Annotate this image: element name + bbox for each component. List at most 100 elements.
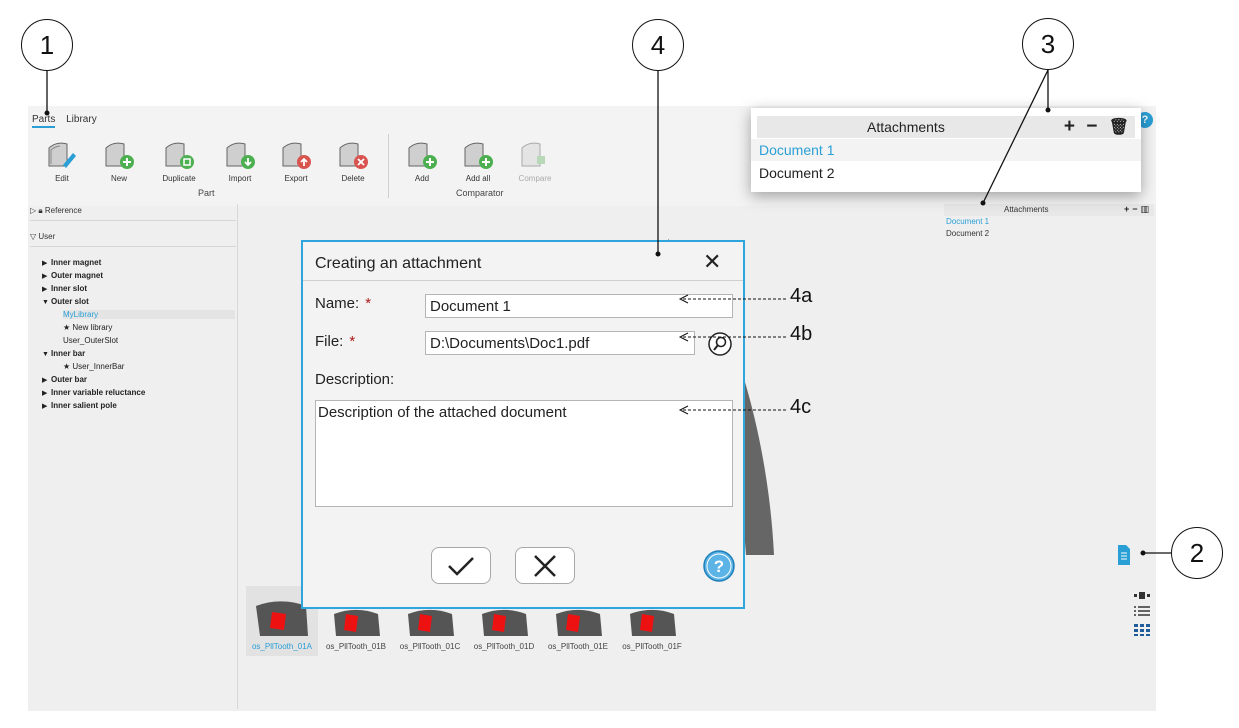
attachments-title: Attachments	[867, 119, 945, 135]
attachments-panel-title: Attachments	[1004, 205, 1049, 214]
stage: Parts Library Edit New Duplicate Import	[0, 0, 1239, 728]
star-icon: ★	[63, 362, 73, 371]
attachments-panel-header: Attachments +−▥	[944, 204, 1154, 216]
expanded-arrow-icon: ▼	[42, 299, 49, 306]
trash-icon[interactable]: 🗑︎	[1109, 119, 1129, 136]
tree-node-outer-bar[interactable]: ▶ Outer bar	[42, 375, 87, 384]
browse-search-icon[interactable]	[707, 331, 733, 357]
tree-node-user-outerslot[interactable]: User_OuterSlot	[63, 336, 118, 345]
duplicate-icon	[165, 142, 194, 169]
tree-node-inner-bar[interactable]: ▼ Inner bar	[42, 349, 85, 358]
tree-node-inner-slot[interactable]: ▶ Inner slot	[42, 284, 87, 293]
edit-button[interactable]: Edit	[37, 138, 87, 183]
edit-icon	[48, 142, 76, 168]
compare-button[interactable]: Compare	[510, 138, 560, 183]
tree-divider	[30, 246, 236, 247]
import-label: Import	[228, 174, 252, 183]
add-attachment-button[interactable]: +	[1064, 116, 1075, 137]
export-icon	[282, 142, 311, 169]
attachment-item[interactable]: Document 2	[759, 165, 834, 181]
add-button[interactable]: Add	[397, 138, 447, 183]
callout-4: 4	[632, 19, 684, 71]
attachment-item[interactable]: Document 1	[759, 142, 834, 158]
attachments-panel: Attachments +−▥ Document 1 Document 2	[944, 204, 1154, 240]
tree-reference[interactable]: ▷ 🔒︎ Reference	[30, 206, 82, 216]
delete-button[interactable]: Delete	[328, 138, 378, 183]
help-icon[interactable]: ?	[703, 550, 735, 582]
edit-label: Edit	[55, 174, 69, 183]
add-all-button[interactable]: Add all	[453, 138, 503, 183]
toolbar-divider	[388, 134, 389, 198]
file-label: File: *	[315, 333, 356, 350]
tree-node-inner-variable-reluctance[interactable]: ▶ Inner variable reluctance	[42, 388, 145, 397]
collapsed-arrow-icon: ▶	[42, 377, 48, 384]
trash-icon[interactable]: ▥	[1140, 204, 1152, 214]
add-all-label: Add all	[465, 174, 491, 183]
thumbnail-label: os_PllTooth_01A	[251, 642, 313, 651]
list-view-icon[interactable]	[1134, 606, 1150, 618]
collapsed-arrow-icon: ▶	[42, 273, 48, 280]
new-button[interactable]: New	[94, 138, 144, 183]
attachments-header-buttons: + − 🗑︎	[1058, 116, 1129, 138]
tree-node-outer-magnet[interactable]: ▶ Outer magnet	[42, 271, 103, 280]
new-label: New	[110, 174, 127, 183]
compare-label: Compare	[518, 174, 552, 183]
export-button[interactable]: Export	[271, 138, 321, 183]
attachments-panel-zoom: Attachments + − 🗑︎ Document 1 Document 2	[751, 108, 1141, 192]
attachments-header: Attachments + − 🗑︎	[757, 116, 1135, 138]
callout-1: 1	[21, 19, 73, 71]
attachment-document-icon[interactable]	[1117, 544, 1131, 566]
collapsed-arrow-icon: ▶	[42, 403, 48, 410]
add-all-icon	[464, 142, 493, 169]
attachment-item[interactable]: Document 1	[944, 216, 1154, 228]
delete-icon	[339, 142, 368, 169]
required-marker: *	[349, 333, 356, 350]
required-marker: *	[365, 295, 372, 312]
tree-node-new-library[interactable]: ★ New library	[63, 323, 112, 332]
close-icon[interactable]: ✕	[703, 249, 721, 275]
compact-view-icon[interactable]	[1134, 592, 1150, 600]
comparator-group-label: Comparator	[456, 188, 504, 198]
cross-icon	[534, 555, 556, 577]
compare-icon	[521, 142, 545, 167]
duplicate-button[interactable]: Duplicate	[154, 138, 204, 183]
file-field[interactable]: D:\Documents\Doc1.pdf	[425, 331, 695, 355]
create-attachment-dialog: Creating an attachment ✕ Name: * Document…	[301, 240, 745, 609]
grid-view-icon[interactable]	[1134, 624, 1150, 636]
expand-down-icon: ▽	[30, 232, 37, 241]
remove-attachment-button[interactable]: −	[1086, 116, 1097, 137]
star-icon: ★	[63, 323, 73, 332]
collapsed-arrow-icon: ▶	[42, 260, 48, 267]
name-label: Name: *	[315, 295, 372, 312]
expand-right-icon: ▷	[30, 206, 37, 215]
delete-label: Delete	[341, 174, 365, 183]
expanded-arrow-icon: ▼	[42, 351, 49, 358]
tree-user[interactable]: ▽ User	[30, 232, 55, 241]
attachments-panel-buttons: +−▥	[1124, 204, 1152, 215]
attachment-item[interactable]: Document 2	[944, 228, 1154, 240]
thumbnail-label: os_PllTooth_01F	[622, 642, 682, 651]
checkmark-icon	[448, 557, 474, 576]
thumbnail-label: os_PllTooth_01B	[325, 642, 387, 651]
add-attachment-button[interactable]: +	[1124, 204, 1132, 214]
dialog-divider	[303, 280, 743, 281]
cancel-button[interactable]	[515, 547, 575, 584]
lock-icon: 🔒︎	[38, 206, 43, 215]
thumbnail-label: os_PllTooth_01E	[547, 642, 609, 651]
add-label: Add	[414, 174, 430, 183]
ok-button[interactable]	[431, 547, 491, 584]
tab-parts[interactable]: Parts	[32, 114, 56, 128]
description-label: Description:	[315, 371, 395, 388]
import-button[interactable]: Import	[215, 138, 265, 183]
description-textarea[interactable]: Description of the attached document	[315, 400, 733, 507]
annotation-4a: 4a	[790, 285, 813, 307]
tree-node-mylibrary[interactable]: MyLibrary	[63, 310, 235, 319]
tree-node-user-innerbar[interactable]: ★ User_InnerBar	[63, 362, 124, 371]
tab-library[interactable]: Library	[66, 114, 97, 126]
tree-node-inner-magnet[interactable]: ▶ Inner magnet	[42, 258, 101, 267]
tree-node-inner-salient-pole[interactable]: ▶ Inner salient pole	[42, 401, 117, 410]
thumbnail-label: os_PllTooth_01D	[473, 642, 535, 651]
name-field[interactable]: Document 1	[425, 294, 733, 318]
tree-node-outer-slot[interactable]: ▼ Outer slot	[42, 297, 89, 306]
callout-3: 3	[1022, 18, 1074, 70]
